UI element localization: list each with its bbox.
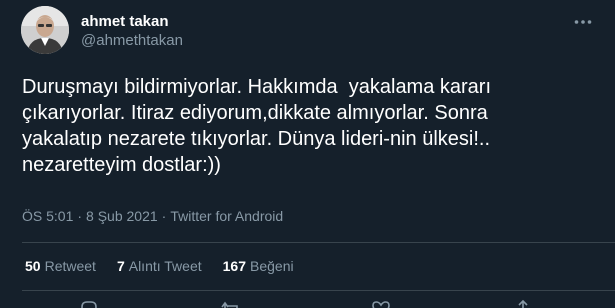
share-icon[interactable]	[512, 298, 534, 308]
retweets-stat[interactable]: 50 Retweet	[25, 257, 96, 275]
avatar[interactable]	[21, 6, 69, 54]
likes-count: 167	[222, 258, 246, 274]
tweet-card: ahmet takan @ahmethtakan Duruşmayı bildi…	[0, 0, 615, 308]
tweet-text: Duruşmayı bildirmiyorlar. Hakkımda yakal…	[22, 76, 492, 176]
tweet-date[interactable]: 8 Şub 2021	[86, 208, 158, 224]
divider	[22, 242, 615, 243]
tweet-stats: 50 Retweet 7 Alıntı Tweet 167 Beğeni	[25, 257, 315, 275]
likes-stat[interactable]: 167 Beğeni	[223, 257, 294, 275]
tweet-meta: ÖS 5:01 · 8 Şub 2021 · Twitter for Android	[22, 207, 283, 225]
likes-label: Beğeni	[250, 258, 294, 274]
meta-separator: ·	[161, 208, 167, 224]
quotes-label: Alıntı Tweet	[128, 258, 202, 274]
user-handle[interactable]: @ahmethtakan	[81, 32, 183, 50]
quotes-stat[interactable]: 7 Alıntı Tweet	[117, 257, 202, 275]
reply-icon[interactable]	[78, 298, 100, 308]
meta-separator: ·	[77, 208, 83, 224]
retweet-icon[interactable]	[220, 298, 242, 308]
action-bar	[0, 296, 615, 308]
author-info[interactable]: ahmet takan @ahmethtakan	[81, 13, 183, 50]
tweet-source[interactable]: Twitter for Android	[170, 208, 283, 224]
retweets-label: Retweet	[44, 258, 96, 274]
tweet-time[interactable]: ÖS 5:01	[22, 208, 73, 224]
display-name[interactable]: ahmet takan	[81, 13, 183, 31]
more-horizontal-icon[interactable]	[571, 12, 595, 32]
heart-icon[interactable]	[370, 298, 392, 308]
retweets-count: 50	[25, 258, 41, 274]
quotes-count: 7	[116, 258, 125, 274]
divider	[22, 290, 615, 291]
